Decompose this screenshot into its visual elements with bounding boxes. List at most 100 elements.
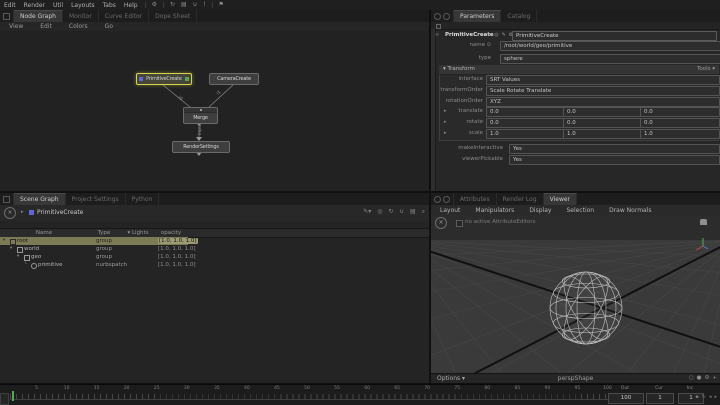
panel-controls[interactable] <box>431 10 454 22</box>
stop-icon[interactable]: ▪ <box>695 394 698 400</box>
transform-group-header[interactable]: ▾ Transform Tools ▾ <box>439 65 719 75</box>
panel-controls[interactable] <box>431 193 454 205</box>
merge-input-ports[interactable] <box>184 108 217 113</box>
in-frame-field[interactable] <box>0 393 9 405</box>
viewerPickable-field[interactable]: Yes <box>509 155 720 165</box>
out-frame-field[interactable]: 100 <box>608 393 644 404</box>
menu-edit[interactable]: Edit <box>4 2 16 9</box>
viewer-menu-layout[interactable]: Layout <box>440 207 460 214</box>
deselect-icon[interactable]: × <box>435 217 447 229</box>
type-value-field[interactable]: sphere <box>500 54 720 64</box>
edit-mode-icon[interactable]: ✎▾ <box>363 208 371 216</box>
tab-scene-graph[interactable]: Scene Graph <box>14 193 66 205</box>
nodegraph-menu-view[interactable]: View <box>9 23 23 30</box>
clear-source-icon[interactable]: × <box>4 207 16 219</box>
flags-icon[interactable]: ▤ <box>410 208 416 216</box>
tab-dope-sheet[interactable]: Dope Sheet <box>149 10 198 22</box>
menu-layouts[interactable]: Layouts <box>71 2 95 9</box>
node-merge[interactable]: Merge <box>183 107 218 124</box>
tab-catalog[interactable]: Catalog <box>501 10 538 22</box>
edit-icon[interactable]: ✎ <box>502 32 506 38</box>
tab-render-log[interactable]: Render Log <box>497 193 544 205</box>
scenegraph-view-flag[interactable] <box>139 77 143 81</box>
nodegraph-menu-edit[interactable]: Edit <box>40 23 52 30</box>
link-icon[interactable]: ∪ <box>193 0 197 10</box>
viewer-menu-selection[interactable]: Selection <box>566 207 594 214</box>
scene-graph-tree[interactable]: Name Type ▾ Lights opacity ▾ root group [1.… <box>0 221 429 383</box>
column-type[interactable]: Type <box>88 230 120 236</box>
solo-icon[interactable]: ● <box>697 375 702 381</box>
rotate-field[interactable]: 0.0 <box>486 118 565 128</box>
scale-field[interactable]: 1.0 <box>640 129 720 139</box>
scenegraph-row-geo[interactable]: ▾ geo group [1.0, 1.0, 1.0] <box>0 253 429 261</box>
panel-controls[interactable] <box>0 10 14 22</box>
attribute-editor-checkbox[interactable] <box>456 220 463 227</box>
expander-icon[interactable]: ▾ <box>17 254 19 259</box>
rotate-field[interactable]: 0.0 <box>640 118 720 128</box>
menu-util[interactable]: Util <box>53 2 63 9</box>
column-opacity[interactable]: opacity <box>154 230 188 236</box>
camera-name[interactable]: perspShape <box>558 375 594 382</box>
gear-icon[interactable]: ⚙ <box>152 0 157 10</box>
timeline[interactable]: 5 10 15 20 25 30 35 40 45 50 55 60 65 70 75 80 85 90 95 100… <box>0 384 720 405</box>
node-name-input[interactable]: PrimitiveCreate <box>512 31 717 41</box>
panel-controls[interactable] <box>0 193 14 205</box>
translate-field[interactable]: 0.0 <box>486 107 565 117</box>
tab-project-settings[interactable]: Project Settings <box>66 193 126 205</box>
menu-render[interactable]: Render <box>24 2 45 9</box>
expander-icon[interactable]: ▸ <box>21 209 24 215</box>
alert-icon[interactable]: ! <box>203 0 205 10</box>
layers-icon[interactable]: ▤ <box>181 0 187 10</box>
target-icon[interactable]: ◎ <box>494 32 498 38</box>
options-dropdown[interactable]: Options ▾ <box>437 375 465 382</box>
nodegraph-menu-colors[interactable]: Colors <box>69 23 88 30</box>
viewer-menu-draw-normals[interactable]: Draw Normals <box>609 207 651 214</box>
expander-icon[interactable]: └ <box>24 262 27 267</box>
loop-icon[interactable]: ↻ <box>702 394 706 400</box>
scenegraph-row-world[interactable]: ▾ world group [1.0, 1.0, 1.0] <box>0 245 429 253</box>
scale-field[interactable]: 1.0 <box>486 129 565 139</box>
playhead[interactable] <box>12 391 14 401</box>
step-back-icon[interactable]: ◂ <box>709 394 712 400</box>
tab-node-graph[interactable]: Node Graph <box>14 10 63 22</box>
menu-help[interactable]: Help <box>124 2 138 9</box>
search-icon[interactable]: ⌕ <box>422 208 425 216</box>
working-set-icon[interactable]: ◎ <box>377 208 382 216</box>
tab-attributes[interactable]: Attributes <box>454 193 497 205</box>
translate-field[interactable]: 0.0 <box>640 107 720 117</box>
scenegraph-row-root[interactable]: ▾ root group [1.0, 1.0, 1.0] <box>0 237 429 245</box>
step-forward-icon[interactable]: ▸ <box>714 394 717 400</box>
refresh-icon[interactable]: ↻ <box>170 0 175 10</box>
column-lights[interactable]: ▾ Lights <box>122 230 154 236</box>
tab-monitor[interactable]: Monitor <box>63 10 99 22</box>
column-name[interactable]: Name <box>22 230 66 236</box>
pin-icon[interactable] <box>436 24 441 29</box>
tab-curve-editor[interactable]: Curve Editor <box>99 10 150 22</box>
translate-field[interactable]: 0.0 <box>563 107 642 117</box>
current-frame-field[interactable]: 1 <box>646 393 674 404</box>
scenegraph-row-primitive[interactable]: └ primitive nurbspatch [1.0, 1.0, 1.0] <box>0 261 429 269</box>
expander-icon[interactable]: ▾ <box>3 238 5 243</box>
add-icon[interactable]: + <box>712 375 717 381</box>
refresh-icon[interactable]: ↻ <box>389 208 394 216</box>
state-badge-icon[interactable]: ⊙ <box>487 42 491 48</box>
viewport-3d[interactable]: × no active AttributeEditors <box>431 215 720 374</box>
menu-tabs[interactable]: Tabs <box>103 2 116 9</box>
tab-viewer[interactable]: Viewer <box>543 193 578 205</box>
name-value-field[interactable]: /root/world/geo/primitive <box>500 41 720 51</box>
viewer-menu-manipulators[interactable]: Manipulators <box>475 207 514 214</box>
scale-field[interactable]: 1.0 <box>563 129 642 139</box>
tab-parameters[interactable]: Parameters <box>454 10 502 22</box>
expander-icon[interactable]: ▾ <box>10 246 12 251</box>
overlay-toggle-icon[interactable]: ○ <box>689 375 694 381</box>
nodegraph-menu-go[interactable]: Go <box>105 23 113 30</box>
node-cameracreate[interactable]: CameraCreate <box>209 73 259 85</box>
union-icon[interactable]: ∪ <box>400 208 404 216</box>
node-graph-canvas[interactable]: i0 i1 input PrimitiveCreate CameraCreate… <box>0 31 429 191</box>
transformOrder-field[interactable]: Scale Rotate Translate <box>486 86 720 96</box>
edit-flag[interactable] <box>185 77 189 81</box>
drag-handle-icon[interactable]: ≡ <box>435 32 439 38</box>
viewer-menu-display[interactable]: Display <box>529 207 551 214</box>
list-icon[interactable]: ≡ <box>487 32 491 38</box>
rotationOrder-field[interactable]: XYZ <box>486 97 720 107</box>
